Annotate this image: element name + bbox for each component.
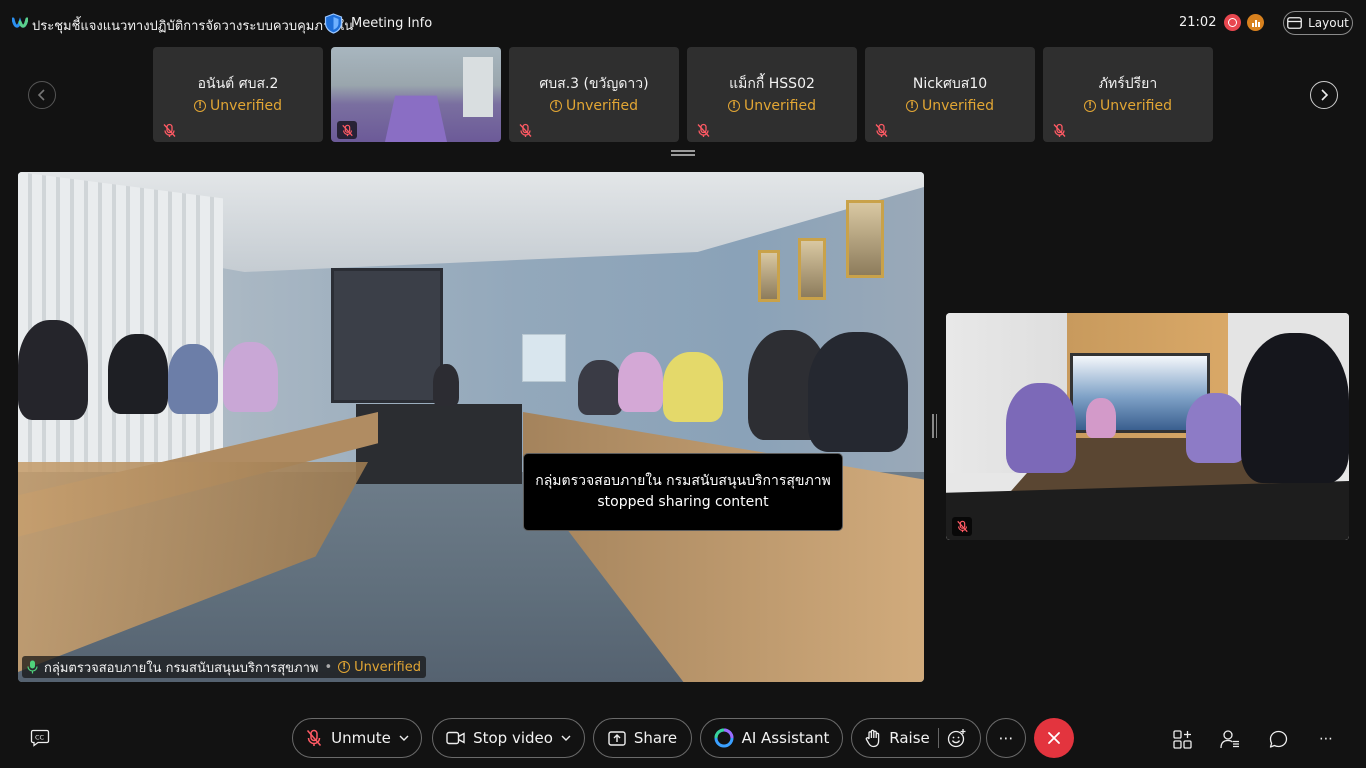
warning-icon: ! xyxy=(550,100,562,112)
participant-tile[interactable]: Nickศบส10 ! Unverified xyxy=(865,47,1035,142)
ai-assistant-icon xyxy=(714,728,734,748)
mute-badge xyxy=(952,517,972,536)
warning-icon: ! xyxy=(1084,100,1096,112)
more-options-button[interactable]: ⋯ xyxy=(986,718,1026,758)
more-options-icon: ⋯ xyxy=(998,729,1014,747)
participant-name: ภัทร์ปรียา xyxy=(1098,76,1158,92)
main-video-status: ! Unverified xyxy=(338,660,421,675)
warning-icon: ! xyxy=(338,661,351,673)
participant-status-label: Unverified xyxy=(566,98,638,114)
participant-status-label: Unverified xyxy=(744,98,816,114)
participants-icon xyxy=(1220,729,1239,748)
filmstrip-next-button[interactable] xyxy=(1310,81,1338,109)
recording-icon[interactable] xyxy=(1224,14,1241,31)
main-video-name-bar: กลุ่มตรวจสอบภายใน กรมสนับสนุนบริการสุขภา… xyxy=(22,656,426,678)
participant-status: ! Unverified xyxy=(865,98,1035,114)
layout-icon xyxy=(1287,17,1302,29)
notification-toast: กลุ่มตรวจสอบภายใน กรมสนับสนุนบริการสุขภา… xyxy=(523,453,843,531)
name-separator: • xyxy=(324,659,333,675)
meeting-info-label: Meeting Info xyxy=(351,15,433,31)
microphone-muted-icon xyxy=(956,520,968,533)
webex-logo-icon xyxy=(12,17,28,28)
unmute-label: Unmute xyxy=(331,729,391,747)
microphone-muted-icon xyxy=(697,123,710,137)
participants-button[interactable] xyxy=(1220,729,1240,749)
participant-status: ! Unverified xyxy=(1043,98,1213,114)
participant-tile[interactable]: อนันต์ ศบส.2 ! Unverified xyxy=(153,47,323,142)
microphone-icon xyxy=(27,660,38,674)
ai-assistant-label: AI Assistant xyxy=(741,729,830,747)
filmstrip-resize-handle[interactable] xyxy=(671,150,695,156)
microphone-muted-icon xyxy=(519,123,532,137)
participant-name: แม็กกี้ HSS02 xyxy=(729,76,815,92)
ai-audio-icon[interactable] xyxy=(1247,14,1264,31)
share-button[interactable]: Share xyxy=(593,718,692,758)
participant-status: ! Unverified xyxy=(509,98,679,114)
main-video-status-label: Unverified xyxy=(354,659,421,675)
participant-tile[interactable]: ภัทร์ปรียา ! Unverified xyxy=(1043,47,1213,142)
raise-label: Raise xyxy=(889,729,930,747)
participant-tile[interactable]: แม็กกี้ HSS02 ! Unverified xyxy=(687,47,857,142)
participant-name: Nickศบส10 xyxy=(912,76,988,92)
meeting-title: ประชุมชี้แจงแนวทางปฏิบัติการจัดวางระบบคว… xyxy=(32,19,354,34)
microphone-muted-icon xyxy=(875,123,888,137)
shield-icon xyxy=(324,12,343,34)
main-video-name: กลุ่มตรวจสอบภายใน กรมสนับสนุนบริการสุขภา… xyxy=(44,660,319,676)
chevron-left-icon xyxy=(37,89,45,101)
chevron-right-icon xyxy=(1321,89,1329,101)
participant-status-label: Unverified xyxy=(1100,98,1172,114)
mute-badge xyxy=(337,121,357,139)
toast-message: กลุ่มตรวจสอบภายใน กรมสนับสนุนบริการสุขภา… xyxy=(535,473,831,510)
filmstrip-prev-button[interactable] xyxy=(28,81,56,109)
warning-icon: ! xyxy=(728,100,740,112)
stop-video-button[interactable]: Stop video xyxy=(432,718,585,758)
leave-meeting-button[interactable] xyxy=(1034,718,1074,758)
main-video[interactable]: กลุ่มตรวจสอบภายใน กรมสนับสนุนบริการสุขภา… xyxy=(18,172,924,682)
participant-name: อนันต์ ศบส.2 xyxy=(197,76,279,92)
layout-label: Layout xyxy=(1308,16,1349,30)
apps-grid-icon xyxy=(1172,729,1192,749)
participant-status-label: Unverified xyxy=(210,98,282,114)
chat-icon xyxy=(1269,730,1287,748)
meeting-info-button[interactable]: Meeting Info xyxy=(324,12,432,34)
warning-icon: ! xyxy=(906,100,918,112)
chevron-down-icon[interactable] xyxy=(561,735,571,741)
share-screen-icon xyxy=(608,730,626,746)
raise-hand-button[interactable]: Raise xyxy=(851,718,981,758)
microphone-muted-icon xyxy=(341,124,353,136)
svg-text:CC: CC xyxy=(35,734,45,742)
participant-tile[interactable]: ศบส.3 (ขวัญดาว) ! Unverified xyxy=(509,47,679,142)
chevron-down-icon[interactable] xyxy=(399,735,409,741)
more-panels-button[interactable]: ⋯ xyxy=(1316,729,1336,749)
top-bar: ประชุมชี้แจงแนวทางปฏิบัติการจัดวางระบบคว… xyxy=(0,0,1366,44)
apps-button[interactable] xyxy=(1172,729,1192,749)
chat-button[interactable] xyxy=(1268,729,1288,749)
unmute-button[interactable]: Unmute xyxy=(292,718,422,758)
share-label: Share xyxy=(633,729,678,747)
participant-tile-video[interactable] xyxy=(331,47,501,142)
microphone-muted-icon xyxy=(1053,123,1066,137)
participant-status: ! Unverified xyxy=(153,98,323,114)
reaction-emoji-icon[interactable] xyxy=(947,728,967,748)
stop-video-label: Stop video xyxy=(473,729,553,747)
microphone-muted-icon xyxy=(307,729,322,746)
clock: 21:02 xyxy=(1179,15,1217,30)
meeting-room-video xyxy=(18,172,924,682)
microphone-muted-icon xyxy=(163,123,176,137)
warning-icon: ! xyxy=(194,100,206,112)
ai-assistant-button[interactable]: AI Assistant xyxy=(700,718,843,758)
raise-hand-icon xyxy=(865,729,880,747)
secondary-video[interactable] xyxy=(946,313,1349,540)
participant-name: ศบส.3 (ขวัญดาว) xyxy=(539,76,649,92)
participant-status: ! Unverified xyxy=(687,98,857,114)
more-panels-icon: ⋯ xyxy=(1319,731,1333,747)
participant-status-label: Unverified xyxy=(922,98,994,114)
closed-captions-icon[interactable]: CC xyxy=(30,729,50,747)
video-splitter-handle[interactable] xyxy=(932,414,937,438)
layout-button[interactable]: Layout xyxy=(1283,11,1353,35)
video-camera-icon xyxy=(446,731,465,745)
close-icon xyxy=(1048,732,1060,744)
